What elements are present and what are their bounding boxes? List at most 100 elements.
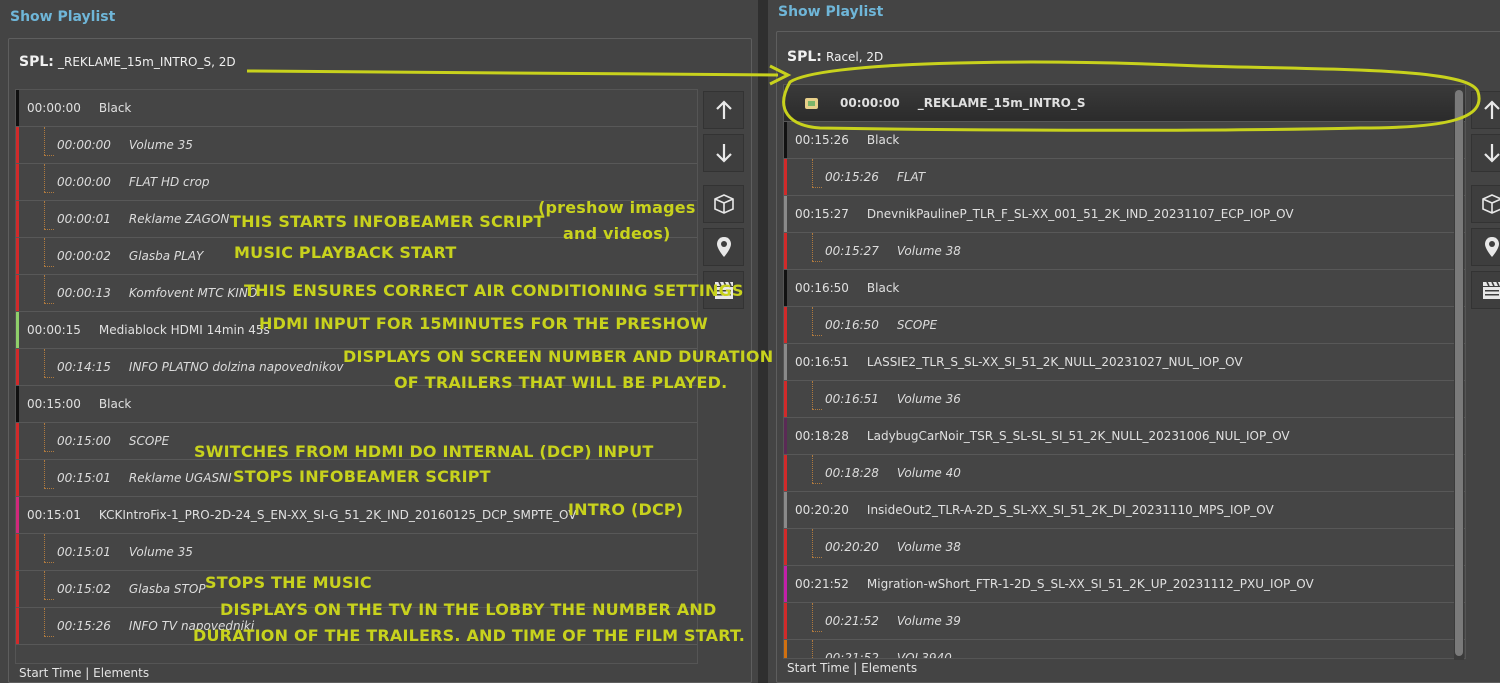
row-time: 00:00:00 (840, 96, 900, 110)
playlist-cue-row[interactable]: 00:21:52 Volume 39 (784, 603, 1465, 640)
playlist-cue-row[interactable]: 00:18:28 Volume 40 (784, 455, 1465, 492)
playlist-cue-row[interactable]: 00:15:26 FLAT (784, 159, 1465, 196)
playlist-item-row[interactable]: 00:16:50 Black (784, 270, 1465, 307)
playlist-cue-row[interactable]: 00:15:27 Volume 38 (784, 233, 1465, 270)
playlist-cue-row[interactable]: 00:16:51 Volume 36 (784, 381, 1465, 418)
tree-connector (44, 562, 54, 563)
clapperboard-button[interactable] (1471, 271, 1500, 309)
row-name: Volume 39 (896, 614, 961, 628)
row-name: Black (866, 133, 900, 147)
row-type-bar (16, 423, 19, 459)
playlist-item-row[interactable]: 00:20:20 InsideOut2_TLR-A-2D_S_SL-XX_SI_5… (784, 492, 1465, 529)
row-type-bar (16, 571, 19, 607)
annotation-preshow-line2: and videos) (563, 224, 671, 243)
row-name: DnevnikPaulineP_TLR_F_SL-XX_001_51_2K_IN… (866, 207, 1294, 221)
tree-connector (812, 640, 813, 658)
arrow-down-button[interactable] (703, 134, 744, 172)
playlist-cue-row[interactable]: 00:16:50 SCOPE (784, 307, 1465, 344)
row-time: 00:21:52 (795, 577, 849, 591)
tree-connector (812, 631, 822, 632)
annotation-stops-infobeamer: STOPS INFOBEAMER SCRIPT (233, 467, 491, 486)
spl-prefix: SPL: (19, 54, 54, 70)
row-type-bar (784, 270, 787, 306)
row-type-bar (16, 238, 19, 274)
row-time: 00:15:02 (57, 582, 111, 596)
playlist-cue-row[interactable]: 00:15:01 Volume 35 (16, 534, 697, 571)
row-type-bar (784, 566, 787, 602)
spl-label: SPL: _REKLAME_15m_INTRO_S, 2D (19, 54, 236, 70)
row-time: 00:15:00 (27, 397, 81, 411)
row-name: Reklame UGASNI (128, 471, 232, 485)
row-time: 00:15:26 (825, 170, 879, 184)
tree-connector (44, 155, 54, 156)
annotation-displays-line1: DISPLAYS ON SCREEN NUMBER AND DURATION (343, 347, 774, 366)
playlist-header-row[interactable]: 00:00:00 _REKLAME_15m_INTRO_S (784, 85, 1465, 122)
tree-connector (44, 534, 45, 562)
tree-connector (44, 377, 54, 378)
package-icon (1480, 192, 1500, 216)
annotation-preshow-line1: (preshow images (538, 198, 696, 217)
playlist-cue-row[interactable]: 00:00:00 Volume 35 (16, 127, 697, 164)
playlist-cue-row[interactable]: 00:00:00 FLAT HD crop (16, 164, 697, 201)
tree-connector (812, 159, 813, 187)
arrow-up-button[interactable] (703, 91, 744, 129)
playlist-cue-row[interactable]: 00:21:52 VOL3940 (784, 640, 1465, 658)
row-name: SCOPE (896, 318, 938, 332)
arrow-up-icon (712, 98, 736, 122)
location-pin-icon (1480, 235, 1500, 259)
playlist-item-row[interactable]: 00:15:26 Black (784, 122, 1465, 159)
tree-connector (44, 571, 45, 599)
row-name: Volume 35 (128, 138, 193, 152)
row-time: 00:16:50 (795, 281, 849, 295)
row-time: 00:15:01 (57, 471, 111, 485)
row-time: 00:18:28 (825, 466, 879, 480)
panel-title: Show Playlist (778, 4, 884, 20)
package-button[interactable] (1471, 185, 1500, 223)
tree-connector (44, 192, 54, 193)
package-button[interactable] (703, 185, 744, 223)
tree-connector (44, 275, 45, 303)
playlist-item-row[interactable]: 00:18:28 LadybugCarNoir_TSR_S_SL-SL_SI_51… (784, 418, 1465, 455)
scrollbar-thumb[interactable] (1455, 90, 1463, 656)
arrow-up-icon (1480, 98, 1500, 122)
tree-connector (44, 608, 45, 636)
playlist-item-row[interactable]: 00:00:00 Black (16, 90, 697, 127)
row-time: 00:15:27 (825, 244, 879, 258)
row-time: 00:00:01 (57, 212, 111, 226)
row-type-bar (16, 127, 19, 163)
row-type-bar (16, 164, 19, 200)
tree-connector (44, 451, 54, 452)
playlist-item-row[interactable]: 00:15:27 DnevnikPaulineP_TLR_F_SL-XX_001_… (784, 196, 1465, 233)
row-type-bar (784, 529, 787, 565)
arrow-down-button[interactable] (1471, 134, 1500, 172)
row-type-bar (784, 233, 787, 269)
arrow-up-button[interactable] (1471, 91, 1500, 129)
playlist-item-row[interactable]: 00:21:52 Migration-wShort_FTR-1-2D_S_SL-X… (784, 566, 1465, 603)
row-name: Komfovent MTC KINO (128, 286, 258, 300)
location-pin-button[interactable] (1471, 228, 1500, 266)
clapperboard-icon (1480, 278, 1500, 302)
row-type-bar (16, 90, 19, 126)
row-type-bar (784, 344, 787, 380)
playlist-item-row[interactable]: 00:16:51 LASSIE2_TLR_S_SL-XX_SI_51_2K_NUL… (784, 344, 1465, 381)
row-name: Mediablock HDMI 14min 45s (98, 323, 270, 337)
row-name: Volume 36 (896, 392, 961, 406)
row-time: 00:15:26 (57, 619, 111, 633)
vertical-scrollbar[interactable] (1454, 88, 1464, 660)
tree-connector (812, 483, 822, 484)
playlist-cue-row[interactable]: 00:20:20 Volume 38 (784, 529, 1465, 566)
row-type-bar (784, 159, 787, 195)
spl-prefix: SPL: (787, 49, 822, 65)
location-pin-button[interactable] (703, 228, 744, 266)
annotation-hdmi: HDMI INPUT FOR 15MINUTES FOR THE PRESHOW (259, 314, 708, 333)
row-time: 00:00:00 (57, 138, 111, 152)
tree-connector (812, 529, 813, 557)
tree-connector (812, 455, 813, 483)
tree-connector (44, 599, 54, 600)
row-type-bar (784, 603, 787, 639)
row-name: Black (98, 101, 132, 115)
row-time: 00:15:01 (57, 545, 111, 559)
annotation-intro: INTRO (DCP) (568, 500, 684, 519)
playlist-list[interactable]: 00:00:00 _REKLAME_15m_INTRO_S 00:15:26 Blac… (783, 84, 1466, 659)
row-name: _REKLAME_15m_INTRO_S (917, 96, 1086, 110)
